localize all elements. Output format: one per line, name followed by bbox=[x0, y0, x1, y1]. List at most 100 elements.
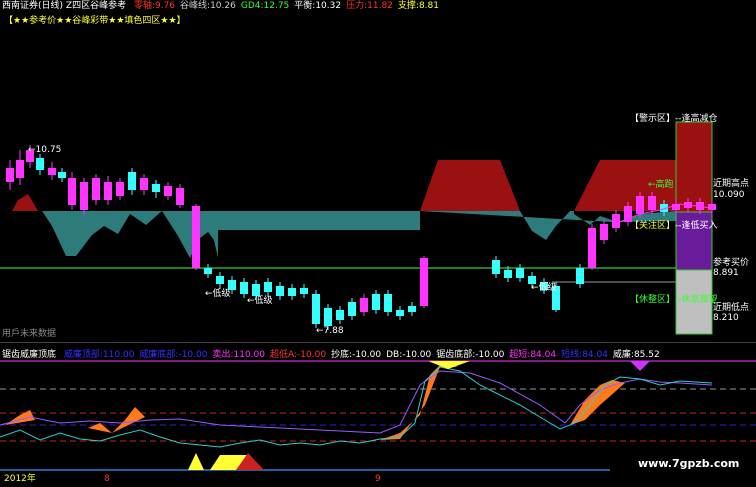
candle-body bbox=[300, 288, 308, 294]
recent-low-label: 近期低点 bbox=[713, 303, 750, 313]
candle-body bbox=[192, 206, 200, 268]
candle-body bbox=[240, 282, 248, 294]
candle-body bbox=[312, 294, 320, 324]
candle-body bbox=[576, 268, 584, 284]
zone-attention-label: 【关注区】--逢低买入 bbox=[630, 221, 718, 231]
chart-title-row: 西南证券(日线) Z四区谷峰参考 零轴:9.76 谷峰线:10.26 GD4:12.… bbox=[2, 2, 439, 11]
banner-text: 【★★参考价★★谷峰彩带★★填色四区★★】 bbox=[4, 16, 186, 26]
top-signal-1 bbox=[428, 361, 470, 369]
candle-body bbox=[80, 182, 88, 210]
red-band-left bbox=[12, 194, 38, 211]
teal-plateau bbox=[218, 211, 420, 228]
recent-high-label: 近期高点 bbox=[713, 179, 750, 189]
zone-warning-box bbox=[675, 121, 713, 213]
candle-body bbox=[48, 168, 56, 175]
oscillator-value-item: 超低A:-10.00 bbox=[270, 350, 327, 360]
candle-body bbox=[204, 268, 212, 274]
header-value-item: GD4:12.75 bbox=[240, 1, 290, 11]
candle-body bbox=[360, 298, 368, 312]
oscillator-value-item: 卖出:110.00 bbox=[212, 350, 265, 360]
candle-body bbox=[492, 260, 500, 274]
header-values: 零轴:9.76 谷峰线:10.26 GD4:12.75 平衡:10.32 压力:11.8… bbox=[129, 1, 439, 11]
indicator-name: Z四区谷峰参考 bbox=[65, 1, 127, 11]
price-chart-svg bbox=[0, 121, 716, 335]
williams-cyan-line bbox=[0, 366, 713, 448]
header-value-item: 零轴:9.76 bbox=[133, 1, 176, 11]
high-price-label: ←10.75 bbox=[28, 145, 62, 155]
candle-body bbox=[636, 196, 644, 214]
oscillator-value-item: 超短:84.04 bbox=[509, 350, 557, 360]
candle-body bbox=[128, 172, 136, 190]
red-band-middle bbox=[420, 160, 520, 211]
header-value-item: 平衡:10.32 bbox=[294, 1, 342, 11]
zone-rest-label: 【休整区】--休息观望 bbox=[630, 295, 718, 305]
candle-body bbox=[152, 184, 160, 192]
bottom-signal-1 bbox=[188, 453, 204, 470]
candle-body bbox=[396, 310, 404, 316]
candle-body bbox=[16, 160, 24, 178]
candle-body bbox=[116, 182, 124, 196]
candle-body bbox=[600, 224, 608, 240]
candle-body bbox=[58, 172, 66, 178]
candle-body bbox=[288, 288, 296, 296]
main-chart-panel[interactable]: 西南证券(日线) Z四区谷峰参考 零轴:9.76 谷峰线:10.26 GD4:12.… bbox=[0, 0, 756, 340]
recent-high-value: 10.090 bbox=[713, 190, 745, 200]
candle-body bbox=[276, 286, 284, 296]
candle-body bbox=[92, 178, 100, 200]
oscillator-value-item: 短线:84.04 bbox=[561, 350, 608, 360]
oscillator-values: 威廉顶部:110.00 威廉底部:-10.00 卖出:110.00 超低A:-10.0… bbox=[59, 350, 660, 360]
oscillator-header: 锯齿威廉顶底 威廉顶部:110.00 威廉底部:-10.00 卖出:110.00 超低… bbox=[2, 351, 660, 360]
candle-body bbox=[348, 302, 356, 316]
candle-body bbox=[324, 308, 332, 326]
candle-body bbox=[516, 268, 524, 278]
oscillator-value-item: 锯齿底部:-10.00 bbox=[436, 350, 505, 360]
candle-body bbox=[588, 228, 596, 268]
oscillator-value-item: 抄底:-10.00 bbox=[331, 350, 382, 360]
candle-body bbox=[336, 310, 344, 320]
candle-body bbox=[264, 282, 272, 292]
ref-buy-label: 参考买价 bbox=[713, 258, 750, 268]
candle-body bbox=[708, 204, 716, 210]
stock-title: 西南证券(日线) bbox=[2, 1, 64, 11]
candle-body bbox=[420, 258, 428, 306]
orange-area-4 bbox=[570, 380, 625, 425]
orange-area-2 bbox=[88, 407, 145, 433]
candle-body bbox=[612, 214, 620, 228]
oscillator-value-item: 威廉:85.52 bbox=[612, 350, 660, 360]
axis-year: 2012年 bbox=[4, 474, 36, 484]
recent-low-value: 8.210 bbox=[713, 313, 739, 323]
low-price-label: ←7.88 bbox=[316, 326, 344, 336]
zone-warning-label: 【警示区】--逢高减仓 bbox=[630, 114, 718, 124]
candle-body bbox=[176, 188, 184, 205]
watermark-text: 用戶未来数据 bbox=[2, 329, 57, 339]
candle-body bbox=[648, 196, 656, 210]
candle-body bbox=[140, 178, 148, 190]
candle-body bbox=[504, 270, 512, 278]
oscillator-value-item: 威廉顶部:110.00 bbox=[63, 350, 135, 360]
axis-month-8: 8 bbox=[104, 474, 110, 484]
header-value-item: 支撑:8.81 bbox=[397, 1, 439, 11]
candle-body bbox=[104, 182, 112, 200]
candle-body bbox=[36, 158, 44, 170]
candle-body bbox=[252, 284, 260, 296]
low-level-label-1: ←低级 bbox=[205, 289, 231, 299]
header-value-item: 谷峰线:10.26 bbox=[180, 1, 236, 11]
candle-body bbox=[68, 178, 76, 205]
candle-body bbox=[408, 306, 416, 312]
low-level-label-3: ←低级 bbox=[531, 283, 557, 293]
axis-month-9: 9 bbox=[375, 474, 381, 484]
panel-divider bbox=[0, 342, 756, 343]
ref-buy-value: 8.891 bbox=[713, 268, 739, 278]
candle-body bbox=[384, 294, 392, 312]
oscillator-panel[interactable]: 锯齿威廉顶底 威廉顶部:110.00 威廉底部:-10.00 卖出:110.00 超低… bbox=[0, 345, 756, 487]
oscillator-value-item: 威廉底部:-10.00 bbox=[139, 350, 208, 360]
peak-label: ←高跑 bbox=[648, 180, 674, 190]
williams-purple-line bbox=[0, 370, 713, 434]
candle-body bbox=[164, 186, 172, 196]
candle-body bbox=[372, 294, 380, 310]
candle-body bbox=[6, 168, 14, 182]
oscillator-title: 锯齿威廉顶底 bbox=[2, 350, 57, 360]
top-signal-2 bbox=[630, 361, 650, 371]
candle-body bbox=[216, 276, 224, 284]
header-value-item: 压力:11.82 bbox=[346, 1, 393, 11]
